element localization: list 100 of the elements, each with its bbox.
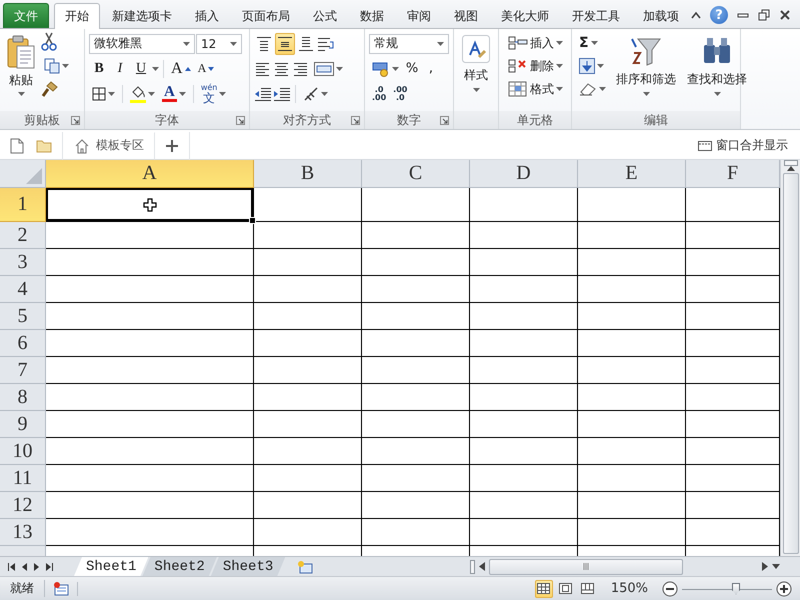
ribbon-tab[interactable]: 开发工具 <box>561 3 631 28</box>
sheet-tab[interactable]: Sheet1 <box>74 557 148 576</box>
align-middle-icon <box>278 36 292 50</box>
split-handle-icon[interactable] <box>784 160 798 166</box>
zoom-in-icon[interactable] <box>776 580 792 596</box>
align-middle-button[interactable] <box>275 32 295 54</box>
next-sheet-icon[interactable] <box>34 562 39 570</box>
number-format-field[interactable]: 常规 <box>369 34 449 54</box>
ribbon-tab[interactable]: 数据 <box>349 3 395 28</box>
row-header[interactable]: 13 <box>0 519 46 546</box>
format-painter-icon[interactable] <box>41 80 59 98</box>
active-cell[interactable] <box>46 188 254 222</box>
dialog-launcher-icon[interactable] <box>236 116 245 125</box>
dialog-launcher-icon[interactable] <box>440 116 449 125</box>
merge-windows-button[interactable]: 窗口合并显示 <box>698 137 800 154</box>
shrink-font-button[interactable]: A <box>194 58 218 80</box>
column-header[interactable]: A <box>46 160 254 188</box>
column-header[interactable]: B <box>254 160 362 188</box>
scroll-down-icon[interactable] <box>772 564 780 569</box>
caret-icon <box>599 87 606 91</box>
row-header[interactable]: 1 <box>0 188 46 222</box>
row-header[interactable]: 3 <box>0 249 46 276</box>
collapse-ribbon-icon[interactable] <box>691 11 701 19</box>
scrollbar-thumb[interactable] <box>489 558 683 574</box>
row-header[interactable]: 2 <box>0 222 46 249</box>
find-select-button[interactable]: 查找和选择 <box>683 32 751 111</box>
ribbon-tab[interactable]: 美化大师 <box>490 3 560 28</box>
increase-indent-icon[interactable] <box>273 86 291 102</box>
clipboard-icon <box>7 35 35 69</box>
percent-button[interactable]: % <box>403 58 421 80</box>
insert-button[interactable]: 插入 <box>505 32 567 54</box>
styles-button[interactable]: 样式 <box>458 32 494 111</box>
group-label: 编辑 <box>644 112 668 128</box>
row-header[interactable]: 11 <box>0 465 46 492</box>
row-header[interactable]: 9 <box>0 411 46 438</box>
first-sheet-icon[interactable] <box>8 562 15 570</box>
dialog-launcher-icon[interactable] <box>71 116 80 125</box>
bold-button[interactable]: B <box>89 58 109 80</box>
column-header[interactable]: E <box>578 160 686 188</box>
sheet-tab[interactable]: Sheet2 <box>142 557 217 576</box>
row-header[interactable]: 8 <box>0 384 46 411</box>
underline-button[interactable]: U <box>131 58 151 80</box>
grow-font-button[interactable]: A <box>168 58 194 80</box>
last-sheet-icon[interactable] <box>46 562 53 570</box>
row-header[interactable]: 6 <box>0 330 46 357</box>
record-macro-icon[interactable] <box>53 582 69 596</box>
font-color-button[interactable]: A <box>159 82 189 104</box>
scroll-left-icon[interactable] <box>479 562 485 571</box>
row-header[interactable]: 4 <box>0 276 46 303</box>
zoom-out-icon[interactable] <box>662 580 678 596</box>
delete-button[interactable]: 删除 <box>505 55 567 77</box>
add-tab-icon[interactable] <box>165 138 179 152</box>
ribbon-tab[interactable]: 审阅 <box>396 3 442 28</box>
sheet-tab[interactable]: Sheet3 <box>210 557 286 576</box>
row-header[interactable]: 10 <box>0 438 46 465</box>
row-header[interactable]: 12 <box>0 492 46 519</box>
phonetic-guide-button[interactable]: wén 文 <box>198 82 230 104</box>
row-header[interactable]: 7 <box>0 357 46 384</box>
align-left-icon[interactable] <box>254 60 272 76</box>
column-header[interactable]: F <box>686 160 780 188</box>
ribbon-tab[interactable]: 页面布局 <box>231 3 301 28</box>
ribbon-tab[interactable]: 新建选项卡 <box>101 3 183 28</box>
font-size-field[interactable]: 12 <box>196 34 242 54</box>
grip-icon <box>582 563 590 570</box>
increase-decimal-button[interactable]: .0 .00 <box>369 82 390 104</box>
zoom-slider[interactable] <box>682 582 772 594</box>
split-handle-icon[interactable] <box>470 560 475 574</box>
paste-button[interactable]: 粘贴 <box>4 32 38 111</box>
file-menu-tab[interactable]: 文件 <box>3 3 49 28</box>
ribbon-tab[interactable]: 加载项 <box>632 3 690 28</box>
zoom-level[interactable]: 150% <box>610 581 648 596</box>
column-header[interactable]: D <box>470 160 578 188</box>
scrollbar-thumb[interactable] <box>782 173 798 554</box>
new-sheet-icon[interactable] <box>297 560 314 574</box>
scroll-right-icon[interactable] <box>762 562 768 571</box>
new-document-icon[interactable] <box>10 138 24 154</box>
align-center-icon[interactable] <box>273 60 291 76</box>
decrease-indent-icon[interactable] <box>254 86 272 102</box>
restore-icon[interactable] <box>758 9 770 21</box>
column-header[interactable]: C <box>362 160 470 188</box>
close-icon[interactable] <box>779 9 791 21</box>
format-button[interactable]: 格式 <box>505 78 567 100</box>
ribbon-tab[interactable]: 插入 <box>184 3 230 28</box>
scissors-icon[interactable] <box>41 32 57 52</box>
ribbon-tab[interactable]: 视图 <box>443 3 489 28</box>
align-right-icon[interactable] <box>292 60 310 76</box>
comma-style-button[interactable]: , <box>422 58 440 80</box>
wrap-text-icon[interactable] <box>317 36 335 52</box>
row-header[interactable]: 5 <box>0 303 46 330</box>
autosum-button[interactable]: Σ <box>576 32 609 54</box>
ribbon-tab[interactable]: 开始 <box>54 3 100 29</box>
sort-filter-button[interactable]: 排序和筛选 <box>612 32 680 111</box>
caret-icon <box>108 92 115 96</box>
decrease-decimal-button[interactable]: .00 .0 <box>390 82 410 104</box>
previous-sheet-icon[interactable] <box>22 562 27 570</box>
ribbon-tab[interactable]: 公式 <box>302 3 348 28</box>
normal-view-button[interactable] <box>534 580 553 598</box>
font-name-field[interactable]: 微软雅黑 <box>89 34 195 54</box>
italic-button[interactable]: I <box>110 58 130 80</box>
dialog-launcher-icon[interactable] <box>351 116 360 125</box>
